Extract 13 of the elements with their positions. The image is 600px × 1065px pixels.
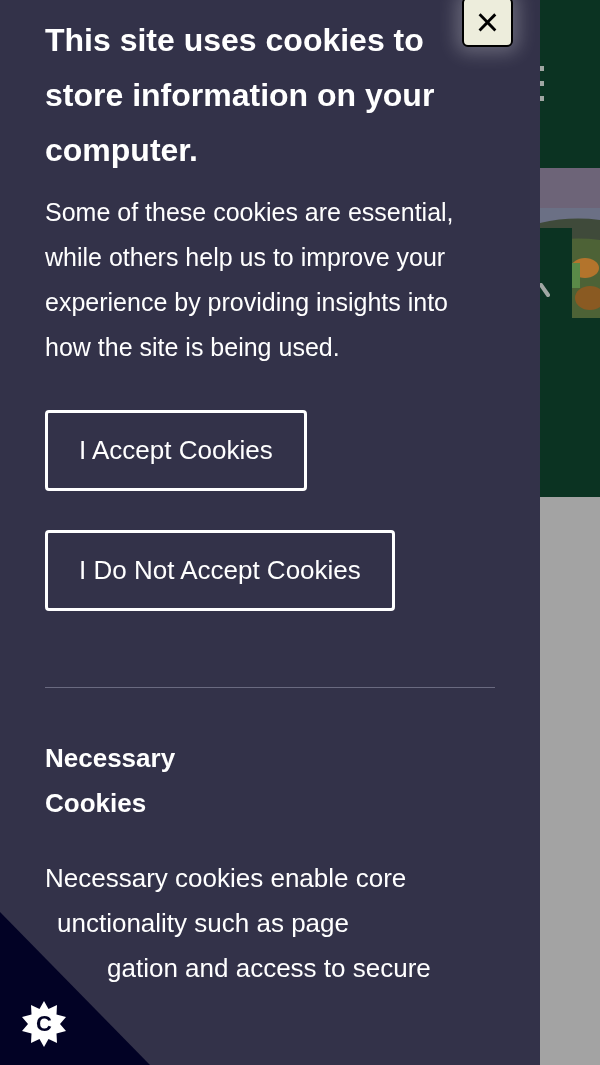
cookie-button[interactable]: I Do Not Accept Cookies xyxy=(45,530,395,611)
section-text-line: unctionality such as page xyxy=(57,907,349,940)
close-button[interactable]: × xyxy=(462,0,513,47)
section-title: Necessary Cookies xyxy=(45,742,177,820)
menu-icon[interactable] xyxy=(540,66,545,102)
section-text-line: Necessary cookies enable core xyxy=(45,862,407,895)
section-text-line: gation and access to secure xyxy=(107,952,431,985)
badge-icon xyxy=(20,1000,68,1048)
cookie-settings-button[interactable]: C xyxy=(20,1000,68,1048)
banner-title: This site uses cookies to store information on your computer. xyxy=(45,21,436,170)
chevron-icon[interactable] xyxy=(540,283,550,299)
cookie-button[interactable]: I Accept Cookies xyxy=(45,410,307,491)
banner-text: Some of these cookies are essential, while others help us to improve your experience by providing insights into how the site is being used. xyxy=(45,197,455,363)
